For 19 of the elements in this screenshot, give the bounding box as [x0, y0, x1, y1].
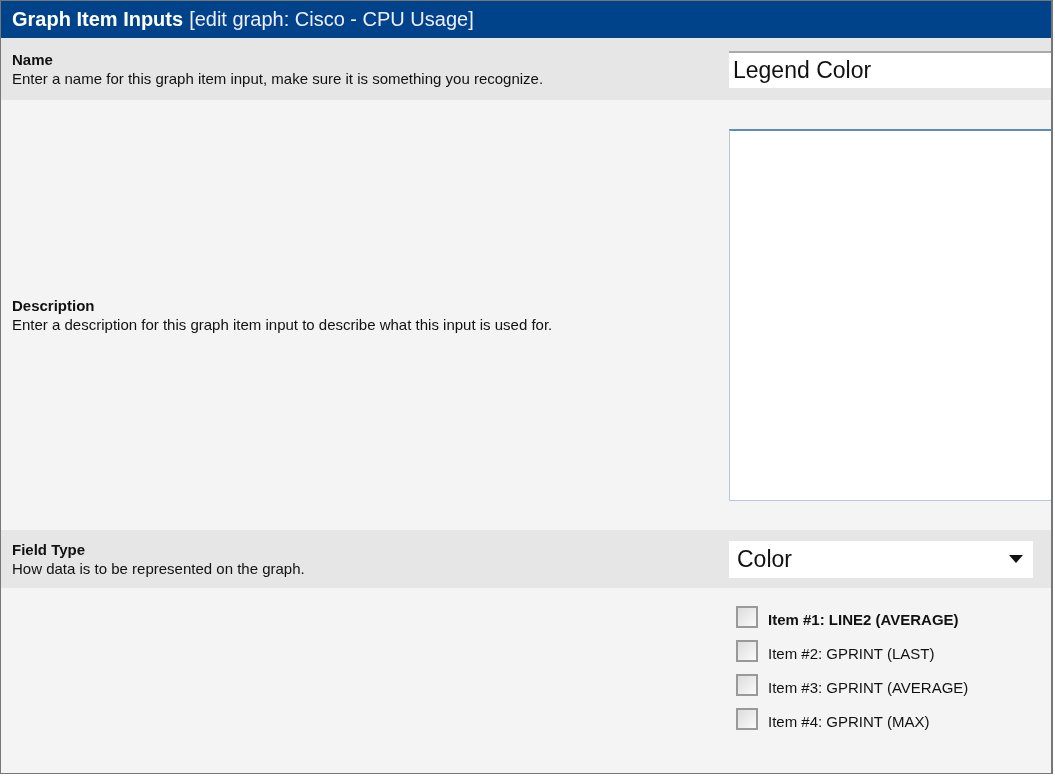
checkbox-label: Item #2: GPRINT (LAST) — [768, 645, 935, 662]
checkbox[interactable] — [736, 606, 758, 628]
field-type-dropdown[interactable]: Color — [729, 540, 1033, 578]
checkbox-label: Item #1: LINE2 (AVERAGE) — [768, 611, 959, 628]
page-subtitle: [edit graph: Cisco - CPU Usage] — [189, 8, 474, 31]
checkbox-label: Item #3: GPRINT (AVERAGE) — [768, 679, 969, 696]
checkbox[interactable] — [736, 640, 758, 662]
field-label: Name — [12, 51, 54, 68]
field-label: Description — [12, 297, 96, 314]
caret-icon — [1009, 555, 1023, 563]
checkbox-label: Item #4: GPRINT (MAX) — [768, 713, 930, 730]
field-description: Enter a name for this graph item input, make sure it is something you recognize. — [12, 70, 545, 87]
name-input-field[interactable]: Legend Color — [729, 50, 1051, 88]
field-description: How data is to be represented on the graph. — [12, 560, 306, 577]
page-title: Graph Item Inputs — [12, 8, 184, 31]
field-description: Enter a description for this graph item input to describe what this input is used for. — [12, 316, 554, 333]
field-label: Field Type — [12, 541, 87, 558]
checkbox[interactable] — [736, 708, 758, 730]
checkbox[interactable] — [736, 674, 758, 696]
